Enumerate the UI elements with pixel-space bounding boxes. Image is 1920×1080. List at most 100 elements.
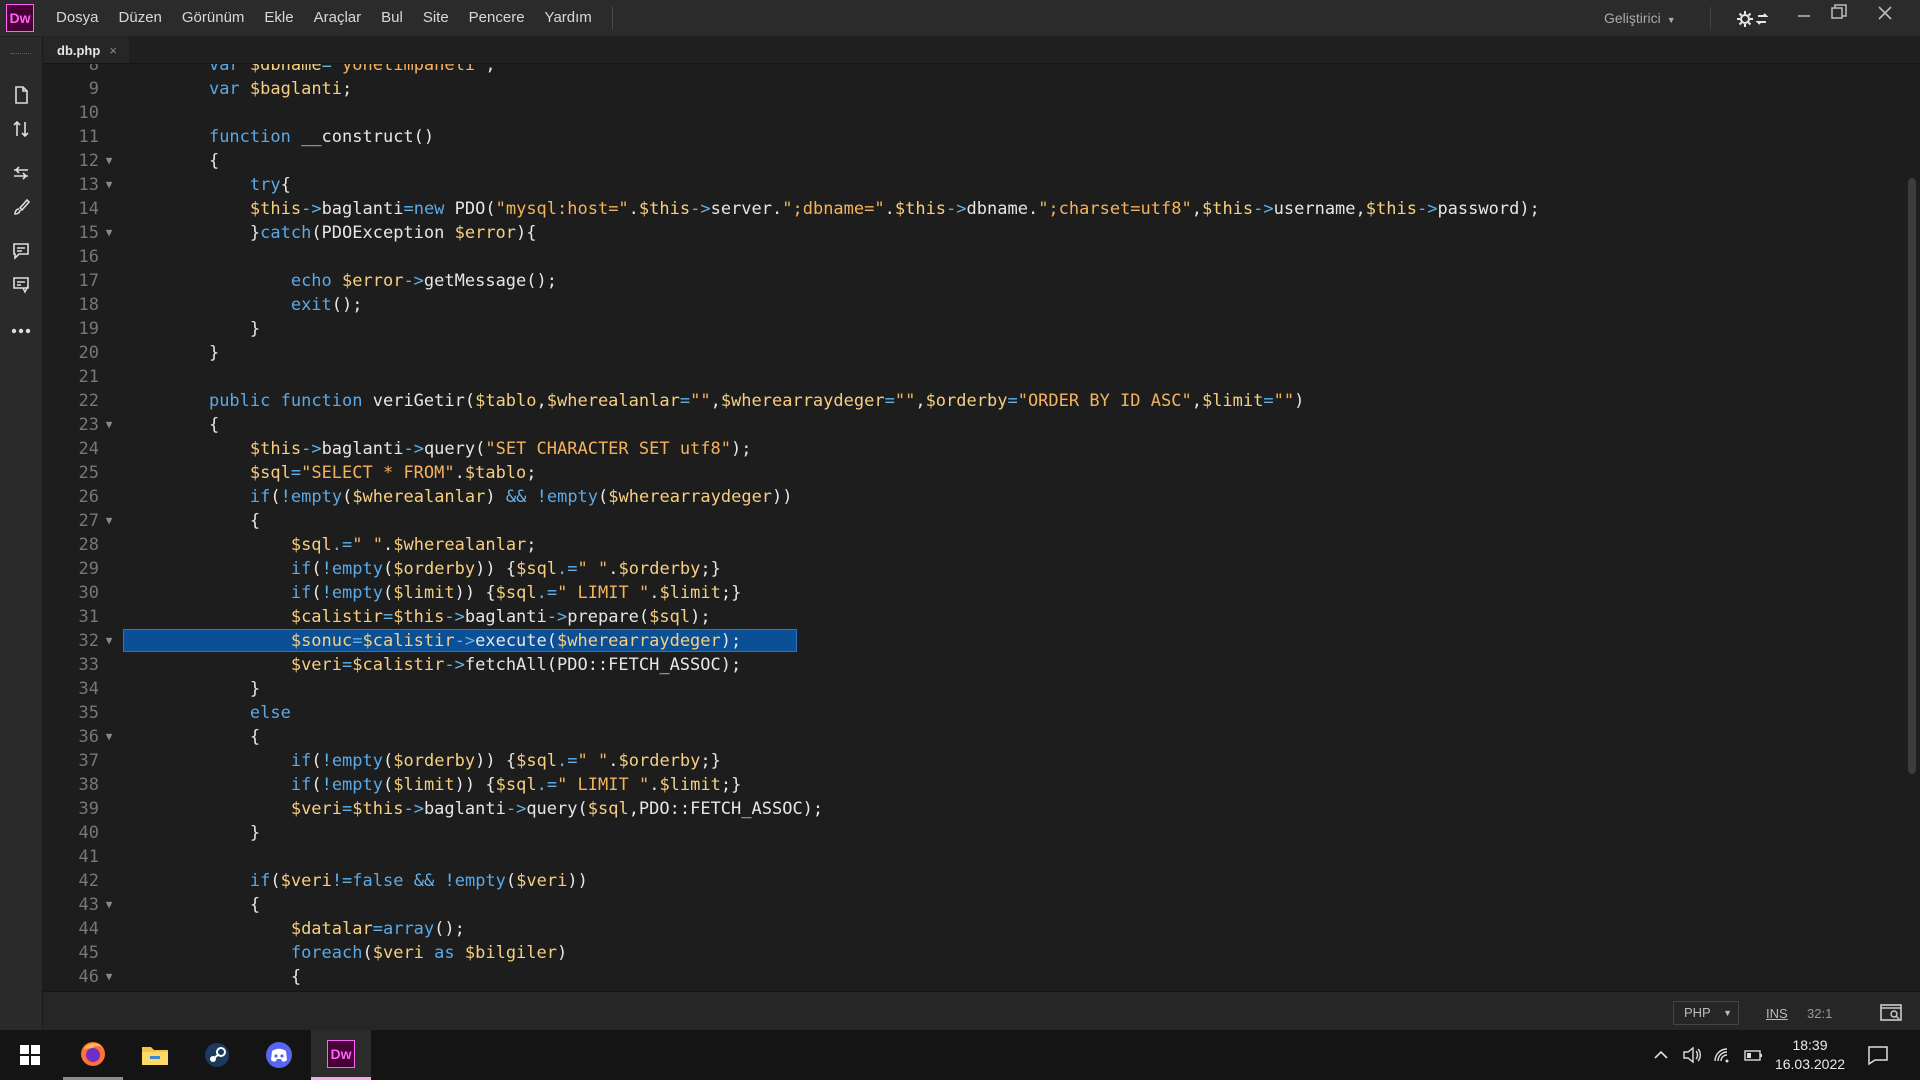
- menu-window[interactable]: Pencere: [459, 0, 535, 36]
- code-token: ->: [301, 199, 322, 219]
- code-editor[interactable]: 8 var $dbname="yonetimpaneli"; 9 var $bag…: [43, 64, 1905, 990]
- fold-toggle-icon[interactable]: ▼: [102, 509, 116, 533]
- code-token: ";dbname=": [782, 199, 885, 219]
- code-token: empty: [331, 751, 383, 771]
- menu-site[interactable]: Site: [413, 0, 459, 36]
- code-text: foreach($veri as $bilgiler): [168, 941, 567, 965]
- fold-toggle-icon[interactable]: ▼: [102, 149, 116, 173]
- code-token: $this: [638, 199, 691, 219]
- line-number: 39: [78, 799, 99, 819]
- tab-close-icon[interactable]: ×: [109, 43, 117, 58]
- code-token: if: [249, 871, 271, 891]
- dom-icon[interactable]: [9, 161, 33, 185]
- code-token: =: [342, 799, 353, 819]
- code-token: if: [290, 583, 312, 603]
- code-token: !=: [331, 871, 353, 891]
- code-token: )) {: [454, 775, 496, 795]
- comment-icon[interactable]: [9, 239, 33, 263]
- fold-toggle-icon[interactable]: ▼: [102, 413, 116, 437]
- code-text: if(!empty($wherealanlar) && !empty($wher…: [168, 485, 793, 509]
- close-icon[interactable]: [1874, 2, 1896, 24]
- line-number: 28: [78, 535, 99, 555]
- status-bar: PHP ▼ INS 32:1: [43, 991, 1920, 1030]
- code-token: (: [383, 775, 394, 795]
- code-token: veriGetir(: [372, 391, 476, 411]
- fold-toggle-icon[interactable]: ▼: [102, 629, 116, 653]
- minimize-icon[interactable]: [1794, 4, 1814, 24]
- code-token: .=: [331, 535, 353, 555]
- restore-icon[interactable]: [1829, 2, 1849, 22]
- code-token: !: [280, 487, 291, 507]
- document-tab-bar: db.php ×: [43, 37, 1920, 64]
- start-button[interactable]: [0, 1030, 60, 1080]
- fold-toggle-icon[interactable]: ▼: [102, 725, 116, 749]
- code-token: ,: [710, 391, 721, 411]
- taskbar-file-explorer[interactable]: [125, 1030, 185, 1080]
- workspace-switcher[interactable]: Geliştirici ▼: [1604, 0, 1676, 36]
- menu-insert[interactable]: Ekle: [254, 0, 303, 36]
- menu-help[interactable]: Yardım: [535, 0, 602, 36]
- file-icon[interactable]: [9, 83, 33, 107]
- notification-icon[interactable]: [1866, 1043, 1890, 1067]
- code-token: empty: [546, 487, 599, 507]
- menu-tools[interactable]: Araçlar: [304, 0, 372, 36]
- fold-toggle-icon[interactable]: ▼: [102, 221, 116, 245]
- insert-mode-indicator[interactable]: INS: [1766, 1006, 1788, 1021]
- menu-file[interactable]: Dosya: [46, 0, 109, 36]
- fold-toggle-icon[interactable]: ▼: [102, 173, 116, 197]
- menu-edit[interactable]: Düzen: [109, 0, 172, 36]
- menu-find[interactable]: Bul: [371, 0, 413, 36]
- volume-icon[interactable]: [1681, 1044, 1703, 1066]
- more-icon[interactable]: [9, 319, 33, 343]
- fold-toggle-icon[interactable]: ▼: [102, 965, 116, 989]
- code-text: if(!empty($limit)) {$sql.=" LIMIT ".$lim…: [168, 773, 742, 797]
- clock[interactable]: 18:39 16.03.2022: [1770, 1036, 1850, 1074]
- code-token: ->: [444, 607, 465, 627]
- code-token: ->: [454, 631, 476, 651]
- workspace-divider: [1710, 7, 1711, 29]
- taskbar-steam[interactable]: [187, 1030, 247, 1080]
- scrollbar-thumb[interactable]: [1908, 178, 1916, 774]
- code-token: $sql: [587, 799, 629, 819]
- code-token: !: [321, 751, 332, 771]
- taskbar-dreamweaver[interactable]: Dw: [311, 1030, 371, 1080]
- folder-icon: [142, 1047, 168, 1065]
- line-number: 20: [78, 343, 99, 363]
- code-token: fetchAll(PDO::FETCH_ASSOC);: [464, 655, 742, 675]
- code-token: prepare(: [567, 607, 650, 627]
- sync-settings-icon[interactable]: [1734, 6, 1770, 30]
- chevron-up-icon[interactable]: [1650, 1044, 1672, 1066]
- transfer-icon[interactable]: [9, 117, 33, 141]
- code-token: "": [894, 391, 916, 411]
- menu-view[interactable]: Görünüm: [172, 0, 255, 36]
- code-token: )): [772, 487, 793, 507]
- code-text: if(!empty($orderby)) {$sql.=" ".$orderby…: [168, 749, 721, 773]
- code-token: if: [249, 487, 271, 507]
- code-token: "yonetimpaneli": [331, 64, 486, 75]
- code-token: $wherealanlar: [352, 487, 486, 507]
- taskbar-discord[interactable]: [249, 1030, 309, 1080]
- code-token: $error: [454, 223, 517, 243]
- taskbar-firefox[interactable]: [63, 1030, 123, 1080]
- code-token: function: [280, 391, 373, 411]
- toolbar-grip[interactable]: [11, 53, 31, 56]
- language-select[interactable]: PHP ▼: [1673, 1001, 1739, 1025]
- wifi-icon[interactable]: [1712, 1044, 1734, 1066]
- tab-db-php[interactable]: db.php ×: [43, 37, 129, 63]
- code-token: !: [444, 871, 455, 891]
- tab-label: db.php: [57, 42, 101, 58]
- line-number: 44: [78, 919, 99, 939]
- code-text: {: [168, 965, 301, 989]
- code-token: .: [628, 199, 639, 219]
- fold-toggle-icon[interactable]: ▼: [102, 893, 116, 917]
- code-token: ;: [526, 463, 537, 483]
- code-token: ): [1294, 391, 1305, 411]
- live-view-icon[interactable]: [1879, 1002, 1903, 1024]
- brush-icon[interactable]: [9, 195, 33, 219]
- code-hint-icon[interactable]: [9, 273, 33, 297]
- battery-icon[interactable]: [1742, 1044, 1764, 1066]
